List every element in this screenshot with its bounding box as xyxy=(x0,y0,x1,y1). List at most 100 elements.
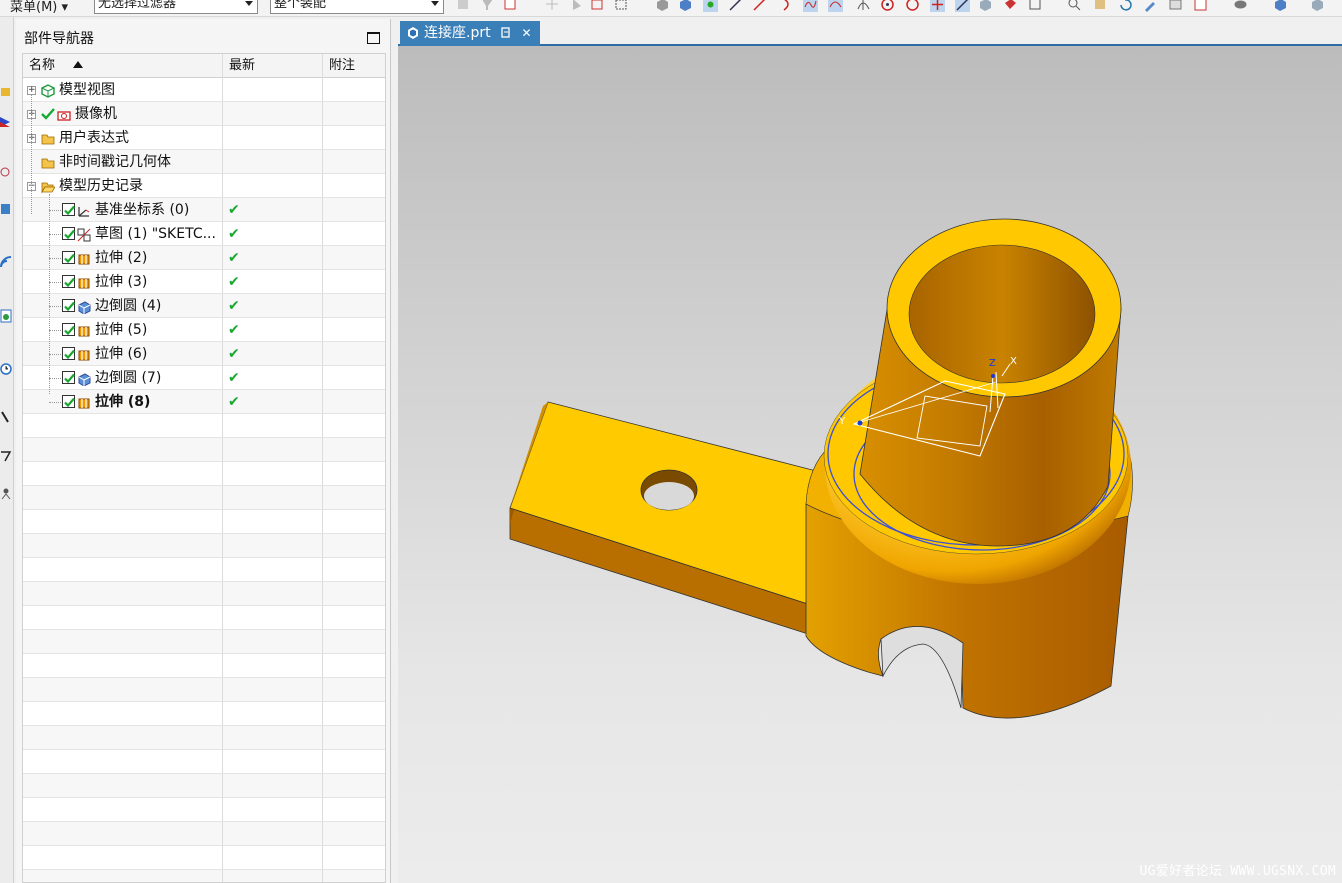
scope-dropdown[interactable]: 整个装配 xyxy=(270,0,444,14)
tree-row xyxy=(23,750,385,774)
tree-node-label[interactable]: 模型视图 xyxy=(59,78,115,102)
column-header-name-label: 名称 xyxy=(29,58,56,73)
web-browser-icon[interactable] xyxy=(0,309,12,323)
edge-select-icon[interactable] xyxy=(590,0,605,12)
roles-icon[interactable] xyxy=(0,487,12,501)
selection-filter-dropdown[interactable]: 无选择过滤器 xyxy=(94,0,258,14)
tree-node-label[interactable]: 拉伸 (8) xyxy=(95,390,150,414)
quadrant-icon[interactable] xyxy=(905,0,920,12)
latest-status-icon: ✔ xyxy=(228,394,240,410)
tree-node-label[interactable]: 拉伸 (2) xyxy=(95,246,147,270)
latest-status-icon: ✔ xyxy=(228,226,240,242)
x-axis-label: X xyxy=(1010,356,1017,367)
tree-row xyxy=(23,822,385,846)
tab-connector-part[interactable]: 连接座.prt ✕ xyxy=(400,21,540,46)
line-icon[interactable] xyxy=(728,0,743,12)
latest-status-icon: ✔ xyxy=(228,370,240,386)
latest-status-icon: ✔ xyxy=(228,298,240,314)
tree-node-label[interactable]: 边倒圆 (4) xyxy=(95,294,161,318)
existing-point-icon[interactable] xyxy=(930,0,945,12)
pan-icon[interactable] xyxy=(1093,0,1108,12)
camera-icon xyxy=(57,111,71,121)
intersection-icon[interactable] xyxy=(856,0,871,12)
filter-icon[interactable] xyxy=(480,0,495,12)
grid-icon[interactable] xyxy=(1028,0,1043,12)
latest-status-icon: ✔ xyxy=(228,274,240,290)
rotate-icon[interactable] xyxy=(1118,0,1133,12)
tree-node-label[interactable]: 模型历史记录 xyxy=(59,174,143,198)
visibility-checkbox[interactable] xyxy=(62,227,75,240)
datum-csys-icon xyxy=(78,207,90,217)
tree-row xyxy=(23,630,385,654)
visibility-checkbox[interactable] xyxy=(62,299,75,312)
tree-node-label[interactable]: 边倒圆 (7) xyxy=(95,366,161,390)
top-toolbar: 菜单(M) ▾ 无选择过滤器 整个装配 xyxy=(0,0,1342,17)
extrude-icon xyxy=(78,278,90,289)
constraint-navigator-icon[interactable] xyxy=(0,115,12,129)
mounting-tab[interactable] xyxy=(508,401,829,635)
extrude-icon xyxy=(78,326,90,337)
tree-row xyxy=(23,558,385,582)
maximize-icon[interactable] xyxy=(367,32,380,44)
visibility-checkbox[interactable] xyxy=(62,275,75,288)
pencil-icon[interactable] xyxy=(1143,0,1158,12)
bounded-grid-icon[interactable] xyxy=(1003,0,1018,12)
arc-icon[interactable] xyxy=(780,0,795,12)
section-icon[interactable] xyxy=(1310,0,1325,12)
layout-icon[interactable] xyxy=(1193,0,1208,12)
process-studio-icon[interactable] xyxy=(0,410,12,424)
line-red-icon[interactable] xyxy=(752,0,767,12)
tree-node-label[interactable]: 拉伸 (3) xyxy=(95,270,147,294)
assembly-navigator-icon[interactable] xyxy=(0,85,12,99)
part-navigator-icon[interactable] xyxy=(0,165,12,179)
point-on-curve-icon[interactable] xyxy=(955,0,970,12)
folder-open-icon xyxy=(41,182,56,194)
visibility-checkbox[interactable] xyxy=(62,323,75,336)
history-icon[interactable] xyxy=(0,362,12,376)
column-header-name[interactable]: 名称 xyxy=(23,54,223,78)
visibility-checkbox[interactable] xyxy=(62,251,75,264)
point-icon[interactable] xyxy=(545,0,560,12)
column-header-latest[interactable]: 最新 xyxy=(223,54,323,78)
reuse-library-icon[interactable] xyxy=(0,202,12,216)
tree-node-label[interactable]: 拉伸 (5) xyxy=(95,318,147,342)
body-icon[interactable] xyxy=(655,0,670,12)
visibility-checkbox[interactable] xyxy=(62,395,75,408)
navigator-tree: 名称 最新 附注 + 模型视图 + 摄像机 + 用户表达式 非时间戳记几何体 − 模型历史记录基… xyxy=(22,53,386,883)
upper-cylinder[interactable] xyxy=(859,218,1122,547)
hd3d-icon[interactable] xyxy=(0,255,12,269)
point-on-face-icon[interactable] xyxy=(978,0,993,12)
box-select-icon[interactable] xyxy=(614,0,629,12)
render-style-icon[interactable] xyxy=(1233,0,1248,12)
select-face-icon[interactable] xyxy=(503,0,518,12)
part-file-icon xyxy=(408,27,418,39)
spline-icon[interactable] xyxy=(803,0,818,12)
orient-view-icon[interactable] xyxy=(1168,0,1183,12)
column-header-notes[interactable]: 附注 xyxy=(323,54,385,78)
graphics-window[interactable]: Y X Z UG爱好者论坛 WWW.UGSNX.COM xyxy=(398,46,1342,883)
arrow-icon[interactable] xyxy=(570,0,585,12)
close-icon[interactable]: ✕ xyxy=(522,26,532,40)
solid-icon[interactable] xyxy=(678,0,693,12)
tab-pin-icon[interactable] xyxy=(501,27,511,38)
latest-status-icon: ✔ xyxy=(228,346,240,362)
tree-node-label[interactable]: 摄像机 xyxy=(75,102,117,126)
menu-button[interactable]: 菜单(M) ▾ xyxy=(10,0,68,15)
shaded-icon[interactable] xyxy=(1273,0,1288,12)
tree-node-label[interactable]: 基准坐标系 (0) xyxy=(95,198,189,222)
part-model[interactable]: Y X Z xyxy=(398,46,1342,883)
center-icon[interactable] xyxy=(880,0,895,12)
manufacturing-wizard-icon[interactable] xyxy=(0,449,12,463)
snap-icon[interactable] xyxy=(456,0,471,12)
tree-node-label[interactable]: 草图 (1) "SKETC... xyxy=(95,222,216,246)
zoom-fit-icon[interactable] xyxy=(1067,0,1082,12)
tree-node-label[interactable]: 用户表达式 xyxy=(59,126,129,150)
tree-node-label[interactable]: 拉伸 (6) xyxy=(95,342,147,366)
visibility-checkbox[interactable] xyxy=(62,203,75,216)
tree-node-label[interactable]: 非时间戳记几何体 xyxy=(59,150,171,174)
visibility-checkbox[interactable] xyxy=(62,347,75,360)
visibility-checkbox[interactable] xyxy=(62,371,75,384)
z-axis-label: Z xyxy=(989,358,996,369)
snap-point-icon[interactable] xyxy=(703,0,718,12)
curve-icon[interactable] xyxy=(828,0,843,12)
